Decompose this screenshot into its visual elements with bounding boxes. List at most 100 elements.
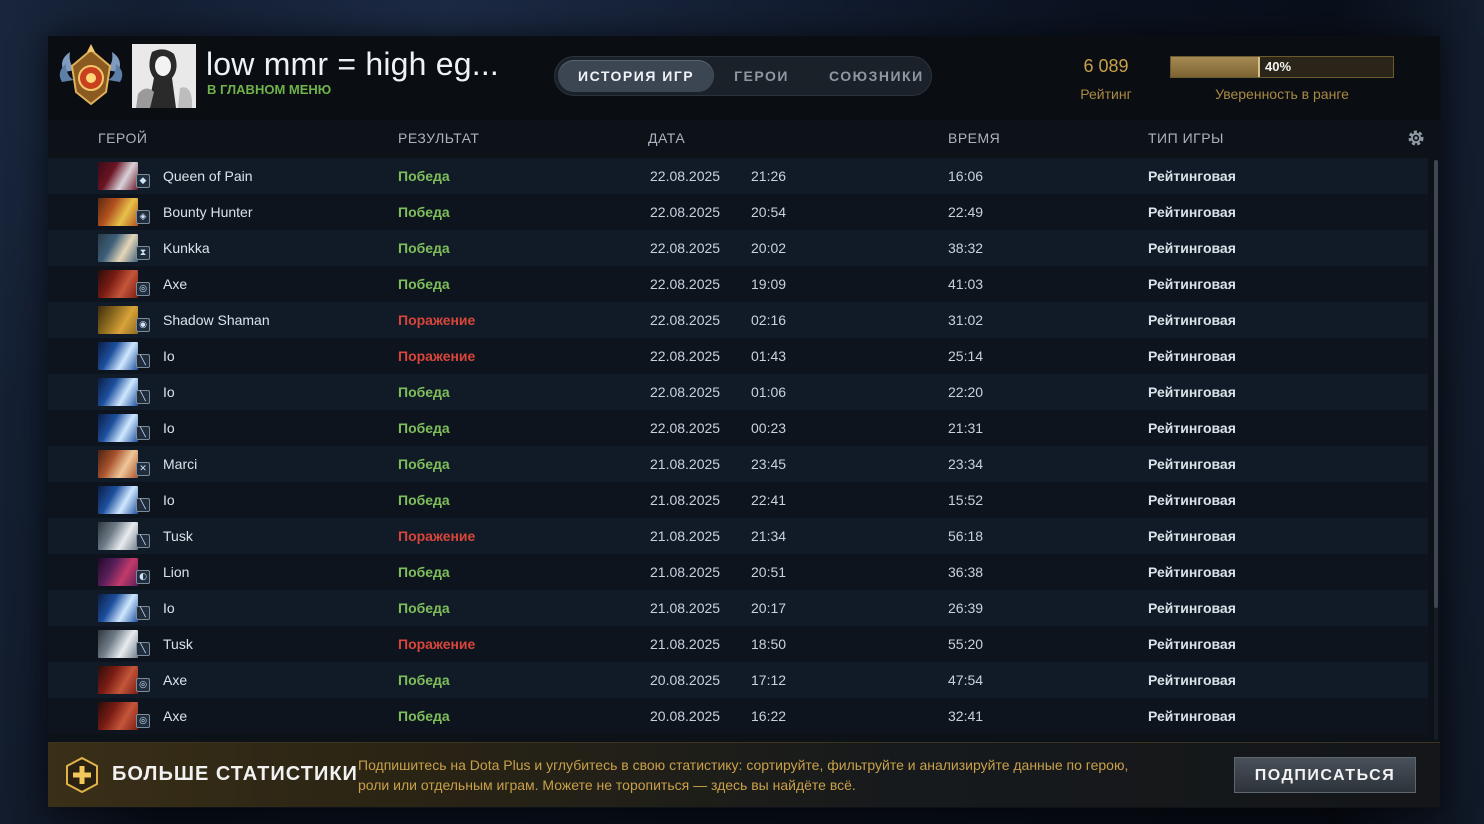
match-row[interactable]: ◎ Axe Победа 20.08.2025 17:12 47:54 Рейт… xyxy=(48,662,1428,698)
hero-name: Tusk xyxy=(163,528,193,544)
match-row[interactable]: ╲ Tusk Поражение 21.08.2025 21:34 56:18 … xyxy=(48,518,1428,554)
match-list: ◆ Queen of Pain Победа 22.08.2025 21:26 … xyxy=(48,158,1428,742)
player-avatar[interactable] xyxy=(132,44,196,108)
match-start-time: 21:34 xyxy=(751,528,787,544)
rank-confidence-value: 40% xyxy=(1265,59,1292,74)
dota-plus-icon xyxy=(66,756,98,794)
column-header-result: РЕЗУЛЬТАТ xyxy=(398,130,480,146)
hero-name: Shadow Shaman xyxy=(163,312,270,328)
match-date: 22.08.2025 xyxy=(650,168,721,184)
tab-heroes[interactable]: ГЕРОИ xyxy=(714,60,809,92)
match-date: 21.08.2025 xyxy=(650,492,721,508)
match-duration: 25:14 xyxy=(948,348,984,364)
match-row[interactable]: ╲ Io Победа 22.08.2025 01:06 22:20 Рейти… xyxy=(48,374,1428,410)
match-duration: 22:20 xyxy=(948,384,984,400)
tusk-portrait xyxy=(98,522,138,550)
game-type: Рейтинговая xyxy=(1148,564,1236,580)
match-row[interactable]: ╲ Io Победа 22.08.2025 00:23 21:31 Рейти… xyxy=(48,410,1428,446)
match-date: 20.08.2025 xyxy=(650,672,721,688)
match-date: 21.08.2025 xyxy=(650,564,721,580)
game-type: Рейтинговая xyxy=(1148,600,1236,616)
match-date: 22.08.2025 xyxy=(650,312,721,328)
match-start-time: 01:43 xyxy=(751,348,787,364)
match-row[interactable]: ◈ Bounty Hunter Победа 22.08.2025 20:54 … xyxy=(48,194,1428,230)
role-icon: ◆ xyxy=(136,174,150,188)
kunkka-portrait xyxy=(98,234,138,262)
match-start-time: 16:22 xyxy=(751,708,787,724)
game-type: Рейтинговая xyxy=(1148,348,1236,364)
hero-name: Axe xyxy=(163,672,188,688)
tab-match-history[interactable]: ИСТОРИЯ ИГР xyxy=(558,60,715,92)
match-row[interactable]: ╲ Io Победа 21.08.2025 20:17 26:39 Рейти… xyxy=(48,590,1428,626)
match-row[interactable]: ◉ Shadow Shaman Поражение 22.08.2025 02:… xyxy=(48,302,1428,338)
match-result: Победа xyxy=(398,168,450,184)
game-type: Рейтинговая xyxy=(1148,672,1236,688)
match-start-time: 02:16 xyxy=(751,312,787,328)
match-date: 22.08.2025 xyxy=(650,420,721,436)
role-icon: ✕ xyxy=(136,462,150,476)
rating-value: 6 089 xyxy=(1083,56,1129,76)
match-result: Победа xyxy=(398,384,450,400)
game-type: Рейтинговая xyxy=(1148,384,1236,400)
role-icon: ◎ xyxy=(136,282,150,296)
match-row[interactable]: ⧗ Kunkka Победа 22.08.2025 20:02 38:32 Р… xyxy=(48,230,1428,266)
match-date: 22.08.2025 xyxy=(650,240,721,256)
match-row[interactable]: ╲ Io Победа 21.08.2025 22:41 15:52 Рейти… xyxy=(48,482,1428,518)
rank-medal-icon[interactable] xyxy=(56,42,126,112)
match-row[interactable]: ╲ Tusk Поражение 21.08.2025 18:50 55:20 … xyxy=(48,626,1428,662)
hero-name: Io xyxy=(163,348,175,364)
match-start-time: 20:54 xyxy=(751,204,787,220)
game-type: Рейтинговая xyxy=(1148,456,1236,472)
match-date: 22.08.2025 xyxy=(650,384,721,400)
hero-name: Lion xyxy=(163,564,190,580)
hero-name: Bounty Hunter xyxy=(163,204,253,220)
gear-icon[interactable] xyxy=(1406,128,1426,148)
hero-name: Marci xyxy=(163,456,198,472)
game-type: Рейтинговая xyxy=(1148,168,1236,184)
tab-allies[interactable]: СОЮЗНИКИ xyxy=(809,60,944,92)
player-status: В ГЛАВНОМ МЕНЮ xyxy=(207,82,332,97)
game-type: Рейтинговая xyxy=(1148,204,1236,220)
hero-name: Io xyxy=(163,492,175,508)
match-date: 21.08.2025 xyxy=(650,456,721,472)
queen-of-pain-portrait xyxy=(98,162,138,190)
match-row[interactable]: ◎ Axe Победа 20.08.2025 16:22 32:41 Рейт… xyxy=(48,698,1428,734)
hero-name: Kunkka xyxy=(163,240,210,256)
match-duration: 22:49 xyxy=(948,204,984,220)
scrollbar-thumb[interactable] xyxy=(1434,160,1438,608)
role-icon: ◈ xyxy=(136,210,150,224)
match-start-time: 20:51 xyxy=(751,564,787,580)
subscribe-button[interactable]: ПОДПИСАТЬСЯ xyxy=(1234,757,1416,793)
rank-confidence-bar: 40% xyxy=(1170,56,1394,78)
match-result: Победа xyxy=(398,276,450,292)
match-start-time: 20:02 xyxy=(751,240,787,256)
match-row[interactable]: ◐ Lion Победа 21.08.2025 20:51 36:38 Рей… xyxy=(48,554,1428,590)
match-start-time: 01:06 xyxy=(751,384,787,400)
match-row[interactable]: ╲ Io Поражение 22.08.2025 01:43 25:14 Ре… xyxy=(48,338,1428,374)
match-result: Поражение xyxy=(398,312,476,328)
role-icon: ◎ xyxy=(136,678,150,692)
hero-name: Axe xyxy=(163,276,188,292)
match-result: Победа xyxy=(398,600,450,616)
match-start-time: 19:09 xyxy=(751,276,787,292)
match-date: 22.08.2025 xyxy=(650,348,721,364)
role-icon: ╲ xyxy=(136,498,150,512)
role-icon: ◎ xyxy=(136,714,150,728)
io-portrait xyxy=(98,594,138,622)
match-row[interactable]: ✕ Marci Победа 21.08.2025 23:45 23:34 Ре… xyxy=(48,446,1428,482)
history-tabs: ИСТОРИЯ ИГР ГЕРОИ СОЮЗНИКИ xyxy=(554,56,932,96)
column-header-date: ДАТА xyxy=(648,130,686,146)
game-type: Рейтинговая xyxy=(1148,240,1236,256)
match-start-time: 22:41 xyxy=(751,492,787,508)
match-row[interactable]: ◆ Queen of Pain Победа 22.08.2025 21:26 … xyxy=(48,158,1428,194)
match-result: Победа xyxy=(398,492,450,508)
role-icon: ⧗ xyxy=(136,246,150,260)
match-row[interactable]: ◎ Axe Победа 22.08.2025 19:09 41:03 Рейт… xyxy=(48,266,1428,302)
column-header-duration: ВРЕМЯ xyxy=(948,130,1001,146)
match-start-time: 17:12 xyxy=(751,672,787,688)
match-result: Победа xyxy=(398,456,450,472)
match-start-time: 23:45 xyxy=(751,456,787,472)
hero-name: Io xyxy=(163,600,175,616)
hero-name: Tusk xyxy=(163,636,193,652)
match-duration: 32:41 xyxy=(948,708,984,724)
